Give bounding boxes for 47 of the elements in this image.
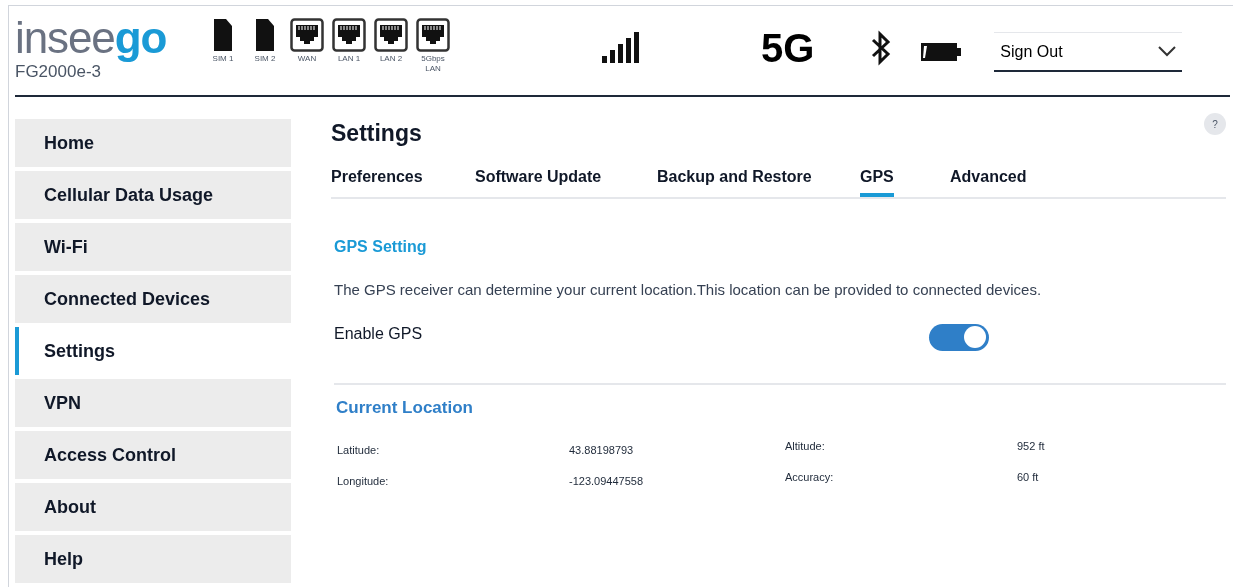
sidebar-item[interactable]: About [15, 483, 291, 531]
page-title: Settings [331, 119, 422, 147]
sidebar-item[interactable]: VPN [15, 379, 291, 427]
device-name: FG2000e-3 [15, 62, 102, 82]
sim-card-icon [213, 18, 233, 52]
port-label: WAN [297, 54, 317, 64]
port-label: SIM 1 [212, 54, 234, 64]
ethernet-port-icon [374, 18, 408, 52]
brand-logo: inseego [15, 16, 168, 60]
ethernet-port-icon [290, 18, 324, 52]
sidebar-item[interactable]: Access Control [15, 431, 291, 479]
tab[interactable]: Software Update [475, 165, 602, 197]
field-value: 60 ft [1017, 469, 1040, 485]
field-label: Altitude: [785, 439, 826, 454]
help-button[interactable]: ? [1204, 113, 1226, 135]
tab[interactable]: Preferences [331, 165, 423, 197]
field-value: 952 ft [1017, 439, 1046, 454]
port-label: LAN 1 [337, 54, 361, 64]
network-type: 5G [761, 26, 815, 70]
ethernet-port-icon [332, 18, 366, 52]
field-label: Longitude: [337, 473, 390, 489]
chevron-down-icon [1158, 46, 1177, 57]
port-label: LAN 2 [379, 54, 403, 64]
sim-card-icon [255, 18, 275, 52]
field-value: 43.88198793 [569, 443, 635, 458]
sidebar-item[interactable]: Help [15, 535, 291, 583]
field-value: -123.09447558 [569, 473, 644, 489]
sidebar-item[interactable]: Wi-Fi [15, 223, 291, 271]
sidebar-item[interactable]: Connected Devices [15, 275, 291, 323]
ethernet-port-icon [416, 18, 450, 52]
sidebar-item[interactable]: Home [15, 119, 291, 167]
port-label: 5Gbps LAN [420, 54, 446, 74]
section-heading: Current Location [336, 396, 474, 419]
sidebar-item[interactable]: Cellular Data Usage [15, 171, 291, 219]
section-heading: GPS Setting [334, 237, 428, 257]
battery-icon [920, 42, 963, 62]
tab[interactable]: GPS [860, 165, 894, 197]
section-description: The GPS receiver can determine your current location.This location can be provided to connected devices. [334, 280, 1043, 300]
port-label: SIM 2 [254, 54, 276, 64]
enable-gps-toggle[interactable] [929, 323, 989, 351]
tab[interactable]: Advanced [950, 165, 1027, 197]
field-label: Latitude: [337, 443, 381, 458]
toggle-label: Enable GPS [334, 324, 424, 344]
tab[interactable]: Backup and Restore [657, 165, 812, 197]
bluetooth-icon [870, 30, 893, 66]
account-dropdown[interactable]: Sign Out [994, 32, 1183, 72]
field-label: Accuracy: [785, 469, 835, 485]
